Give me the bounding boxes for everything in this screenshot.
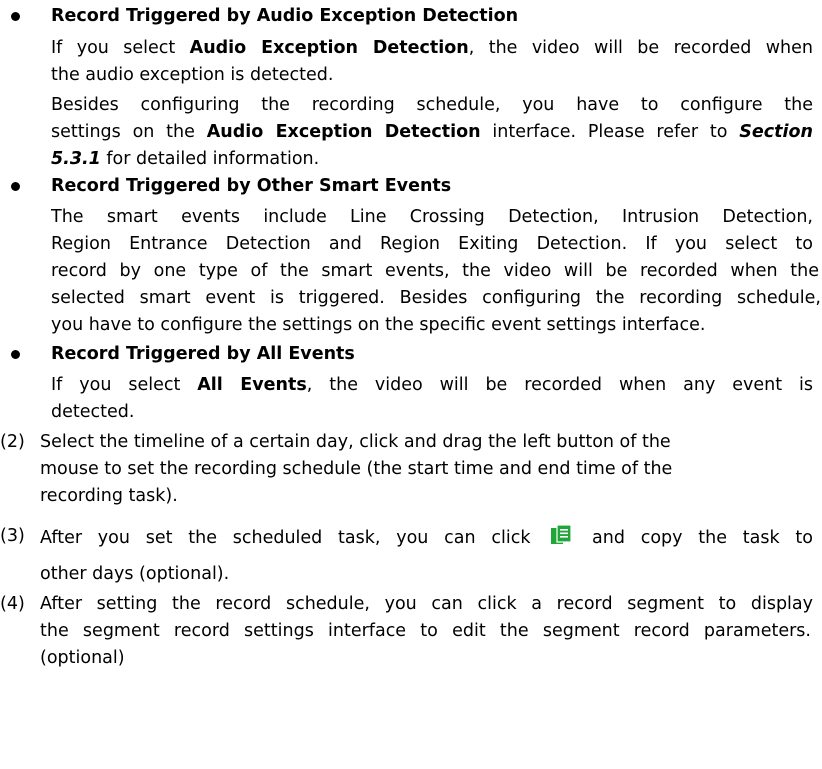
paragraph-line: settings on the Audio Exception Detectio… — [51, 122, 813, 142]
step-number: (3) — [0, 526, 25, 546]
paragraph-line: recording task). — [40, 486, 178, 506]
step-number: (2) — [0, 432, 25, 452]
paragraph-line: (optional) — [40, 648, 125, 668]
paragraph-line: mouse to set the recording schedule (the… — [40, 459, 673, 479]
paragraph-line: selected smart event is triggered. Besid… — [51, 288, 821, 308]
paragraph-line: After you set the scheduled task, you ca… — [40, 524, 813, 548]
paragraph-line: the segment record settings interface to… — [40, 621, 811, 641]
paragraph-line: If you select Audio Exception Detection,… — [51, 38, 813, 58]
paragraph-line: After setting the record schedule, you c… — [40, 594, 813, 614]
paragraph-line: other days (optional). — [40, 564, 230, 584]
paragraph-line: If you select All Events, the video will… — [51, 375, 814, 395]
paragraph-line: the audio exception is detected. — [51, 65, 334, 85]
paragraph-line: Select the timeline of a certain day, cl… — [40, 432, 671, 452]
bullet-dot — [11, 350, 20, 359]
bullet-title: Record Triggered by Audio Exception Dete… — [51, 6, 519, 26]
step-number: (4) — [0, 594, 25, 614]
paragraph-line: you have to configure the settings on th… — [51, 315, 706, 335]
bullet-title: Record Triggered by All Events — [51, 344, 355, 364]
paragraph-line: Region Entrance Detection and Region Exi… — [51, 234, 813, 254]
paragraph-line: detected. — [51, 402, 135, 422]
bullet-dot — [11, 182, 20, 191]
paragraph-line: Besides configuring the recording schedu… — [51, 95, 813, 115]
paragraph-line: record by one type of the smart events, … — [51, 261, 819, 281]
copy-icon — [550, 524, 572, 545]
bullet-title: Record Triggered by Other Smart Events — [51, 176, 452, 196]
paragraph-line: 5.3.1 for detailed information. — [51, 149, 320, 169]
bullet-dot — [11, 12, 20, 21]
paragraph-line: The smart events include Line Crossing D… — [51, 207, 813, 227]
